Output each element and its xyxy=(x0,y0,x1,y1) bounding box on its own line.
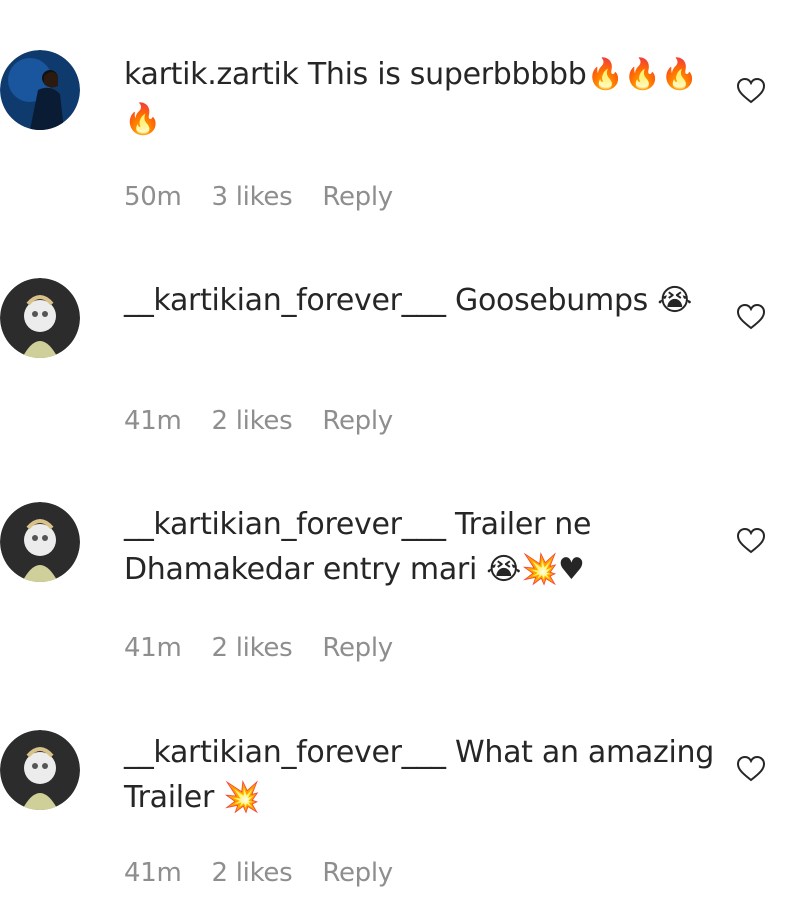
comments-list: kartik.zartik This is superbbbbb🔥🔥🔥🔥 50m… xyxy=(0,0,800,905)
reply-button[interactable]: Reply xyxy=(322,182,393,212)
avatar[interactable] xyxy=(0,278,80,358)
comment-meta: 41m 2 likes Reply xyxy=(124,858,393,888)
heart-outline-icon[interactable] xyxy=(736,755,766,783)
reply-button[interactable]: Reply xyxy=(322,406,393,436)
heart-outline-icon[interactable] xyxy=(736,527,766,555)
comment-body: __kartikian_forever___ Trailer ne Dhamak… xyxy=(124,502,714,592)
comment-body: kartik.zartik This is superbbbbb🔥🔥🔥🔥 xyxy=(124,52,714,142)
comment-meta: 50m 3 likes Reply xyxy=(124,182,393,212)
comment-body: __kartikian_forever___ What an amazing T… xyxy=(124,730,714,820)
comment-time[interactable]: 41m xyxy=(124,858,182,888)
heart-outline-icon[interactable] xyxy=(736,303,766,331)
comment-time[interactable]: 50m xyxy=(124,182,182,212)
avatar[interactable] xyxy=(0,50,80,130)
comment-meta: 41m 2 likes Reply xyxy=(124,633,393,663)
reply-button[interactable]: Reply xyxy=(322,858,393,888)
comment-body: __kartikian_forever___ Goosebumps 😭 xyxy=(124,278,714,323)
comment-username[interactable]: __kartikian_forever___ xyxy=(124,735,446,770)
comment-likes[interactable]: 2 likes xyxy=(212,406,293,436)
comment-meta: 41m 2 likes Reply xyxy=(124,406,393,436)
avatar[interactable] xyxy=(0,730,80,810)
comment-time[interactable]: 41m xyxy=(124,406,182,436)
comment-likes[interactable]: 3 likes xyxy=(212,182,293,212)
comment-username[interactable]: kartik.zartik xyxy=(124,57,299,92)
heart-outline-icon[interactable] xyxy=(736,77,766,105)
avatar[interactable] xyxy=(0,502,80,582)
comment-likes[interactable]: 2 likes xyxy=(212,633,293,663)
comment-likes[interactable]: 2 likes xyxy=(212,858,293,888)
comment-text: Goosebumps 😭 xyxy=(455,283,693,318)
reply-button[interactable]: Reply xyxy=(322,633,393,663)
comment-username[interactable]: __kartikian_forever___ xyxy=(124,283,446,318)
comment-username[interactable]: __kartikian_forever___ xyxy=(124,507,446,542)
comment-time[interactable]: 41m xyxy=(124,633,182,663)
